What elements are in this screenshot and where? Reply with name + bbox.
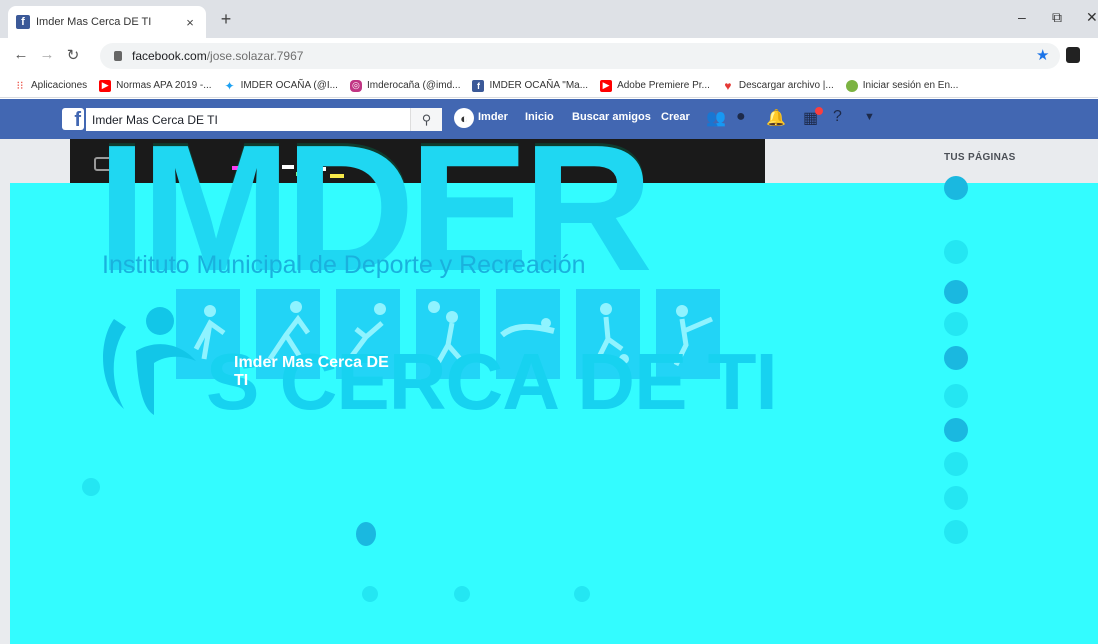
reload-icon[interactable]: ↻ <box>64 46 82 64</box>
imder-logo-icon <box>96 291 206 423</box>
page-avatar[interactable] <box>944 452 968 476</box>
bookmark-item[interactable]: ♥ Descargar archivo |... <box>721 79 834 93</box>
bookmark-label: Imderocaña (@imd... <box>366 80 461 91</box>
page-avatar[interactable] <box>944 240 968 264</box>
bookmark-item[interactable]: ▶ Adobe Premiere Pr... <box>600 79 710 92</box>
page-avatar[interactable] <box>944 384 968 408</box>
notification-badge <box>815 107 823 115</box>
notifications-bell-icon[interactable]: 🔔 <box>766 108 786 128</box>
youtube-icon: ▶ <box>600 79 613 92</box>
bookmark-item[interactable]: Iniciar sesión en En... <box>845 79 959 92</box>
facebook-favicon-icon: f <box>16 15 30 29</box>
composer-avatar <box>356 522 376 546</box>
page-avatar[interactable] <box>944 312 968 336</box>
bookmark-item[interactable]: ✦ IMDER OCAÑA (@I... <box>223 78 338 93</box>
facebook-icon: f <box>472 79 485 92</box>
help-icon[interactable]: ? <box>833 108 842 126</box>
url-host: facebook.com <box>132 49 207 63</box>
bookmark-item[interactable]: ⁝⁝ Aplicaciones <box>14 79 88 92</box>
close-tab-icon[interactable]: × <box>182 15 198 30</box>
page-name-line2: TI <box>234 371 249 389</box>
friend-requests-icon[interactable]: 👥 <box>706 108 726 128</box>
facebook-logo-icon[interactable]: f <box>62 108 84 130</box>
bookmark-label: Iniciar sesión en En... <box>862 80 959 91</box>
forward-arrow-icon[interactable]: → <box>38 46 56 63</box>
page-name[interactable]: Imder Mas Cerca DE TI <box>234 354 389 389</box>
page-avatar[interactable] <box>944 280 968 304</box>
instagram-icon: ◎ <box>349 79 362 92</box>
your-pages-heading: TUS PÁGINAS <box>944 152 1016 163</box>
intro-icon <box>82 478 100 496</box>
more-icon <box>574 586 590 602</box>
browser-window: f Imder Mas Cerca DE TI × + – ⧉ ✕ ← → ↻ … <box>0 0 1098 644</box>
create-link[interactable]: Crear <box>661 111 690 123</box>
new-tab-button[interactable]: + <box>216 9 236 30</box>
bookmark-label: Adobe Premiere Pr... <box>617 80 710 91</box>
messenger-icon[interactable]: ● <box>736 108 746 126</box>
tag-icon <box>454 586 470 602</box>
bookmarks-bar: ⁝⁝ Aplicaciones ▶ Normas APA 2019 -... ✦… <box>0 74 1098 98</box>
chevron-down-icon[interactable]: ▼ <box>864 111 875 123</box>
tab-strip: f Imder Mas Cerca DE TI × + – ⧉ ✕ <box>0 0 1098 38</box>
restore-button[interactable]: ⧉ <box>1052 9 1062 26</box>
apps-grid-icon: ⁝⁝ <box>14 79 26 92</box>
page-avatar[interactable] <box>944 520 968 544</box>
page-avatar[interactable] <box>944 346 968 370</box>
page-name-line1: Imder Mas Cerca DE <box>234 354 389 371</box>
extension-icon[interactable] <box>1066 47 1080 63</box>
page-avatar[interactable] <box>944 418 968 442</box>
bookmark-label: Descargar archivo |... <box>738 80 834 91</box>
minimize-button[interactable]: – <box>1018 9 1026 25</box>
bookmark-label: Aplicaciones <box>31 80 88 91</box>
bookmark-label: Normas APA 2019 -... <box>116 80 212 91</box>
close-window-button[interactable]: ✕ <box>1086 9 1098 26</box>
page-avatar[interactable] <box>944 176 968 200</box>
browser-tab[interactable]: f Imder Mas Cerca DE TI × <box>8 6 206 38</box>
bookmark-label: IMDER OCAÑA (@I... <box>240 80 338 91</box>
bookmark-item[interactable]: ◎ Imderocaña (@imd... <box>349 79 461 92</box>
back-arrow-icon[interactable]: ← <box>12 46 30 63</box>
lock-icon <box>114 51 122 61</box>
tab-title: Imder Mas Cerca DE TI <box>36 16 152 28</box>
bookmark-star-icon[interactable]: ★ <box>1036 46 1049 64</box>
photo-icon <box>362 586 378 602</box>
url-path: /jose.solazar.7967 <box>206 49 304 63</box>
address-row: ← → ↻ facebook.com/jose.solazar.7967 ★ <box>0 38 1098 74</box>
youtube-icon: ▶ <box>99 79 112 92</box>
heart-icon: ♥ <box>721 79 734 93</box>
twitter-icon: ✦ <box>223 78 236 93</box>
bookmark-label: IMDER OCAÑA "Ma... <box>489 80 589 91</box>
bookmark-item[interactable]: f IMDER OCAÑA "Ma... <box>472 79 589 92</box>
bookmark-item[interactable]: ▶ Normas APA 2019 -... <box>99 79 212 92</box>
leaf-icon <box>845 79 858 92</box>
address-bar[interactable]: facebook.com/jose.solazar.7967 <box>100 43 1060 69</box>
institute-name: Instituto Municipal de Deporte y Recreac… <box>102 251 586 279</box>
page-avatar[interactable] <box>944 486 968 510</box>
